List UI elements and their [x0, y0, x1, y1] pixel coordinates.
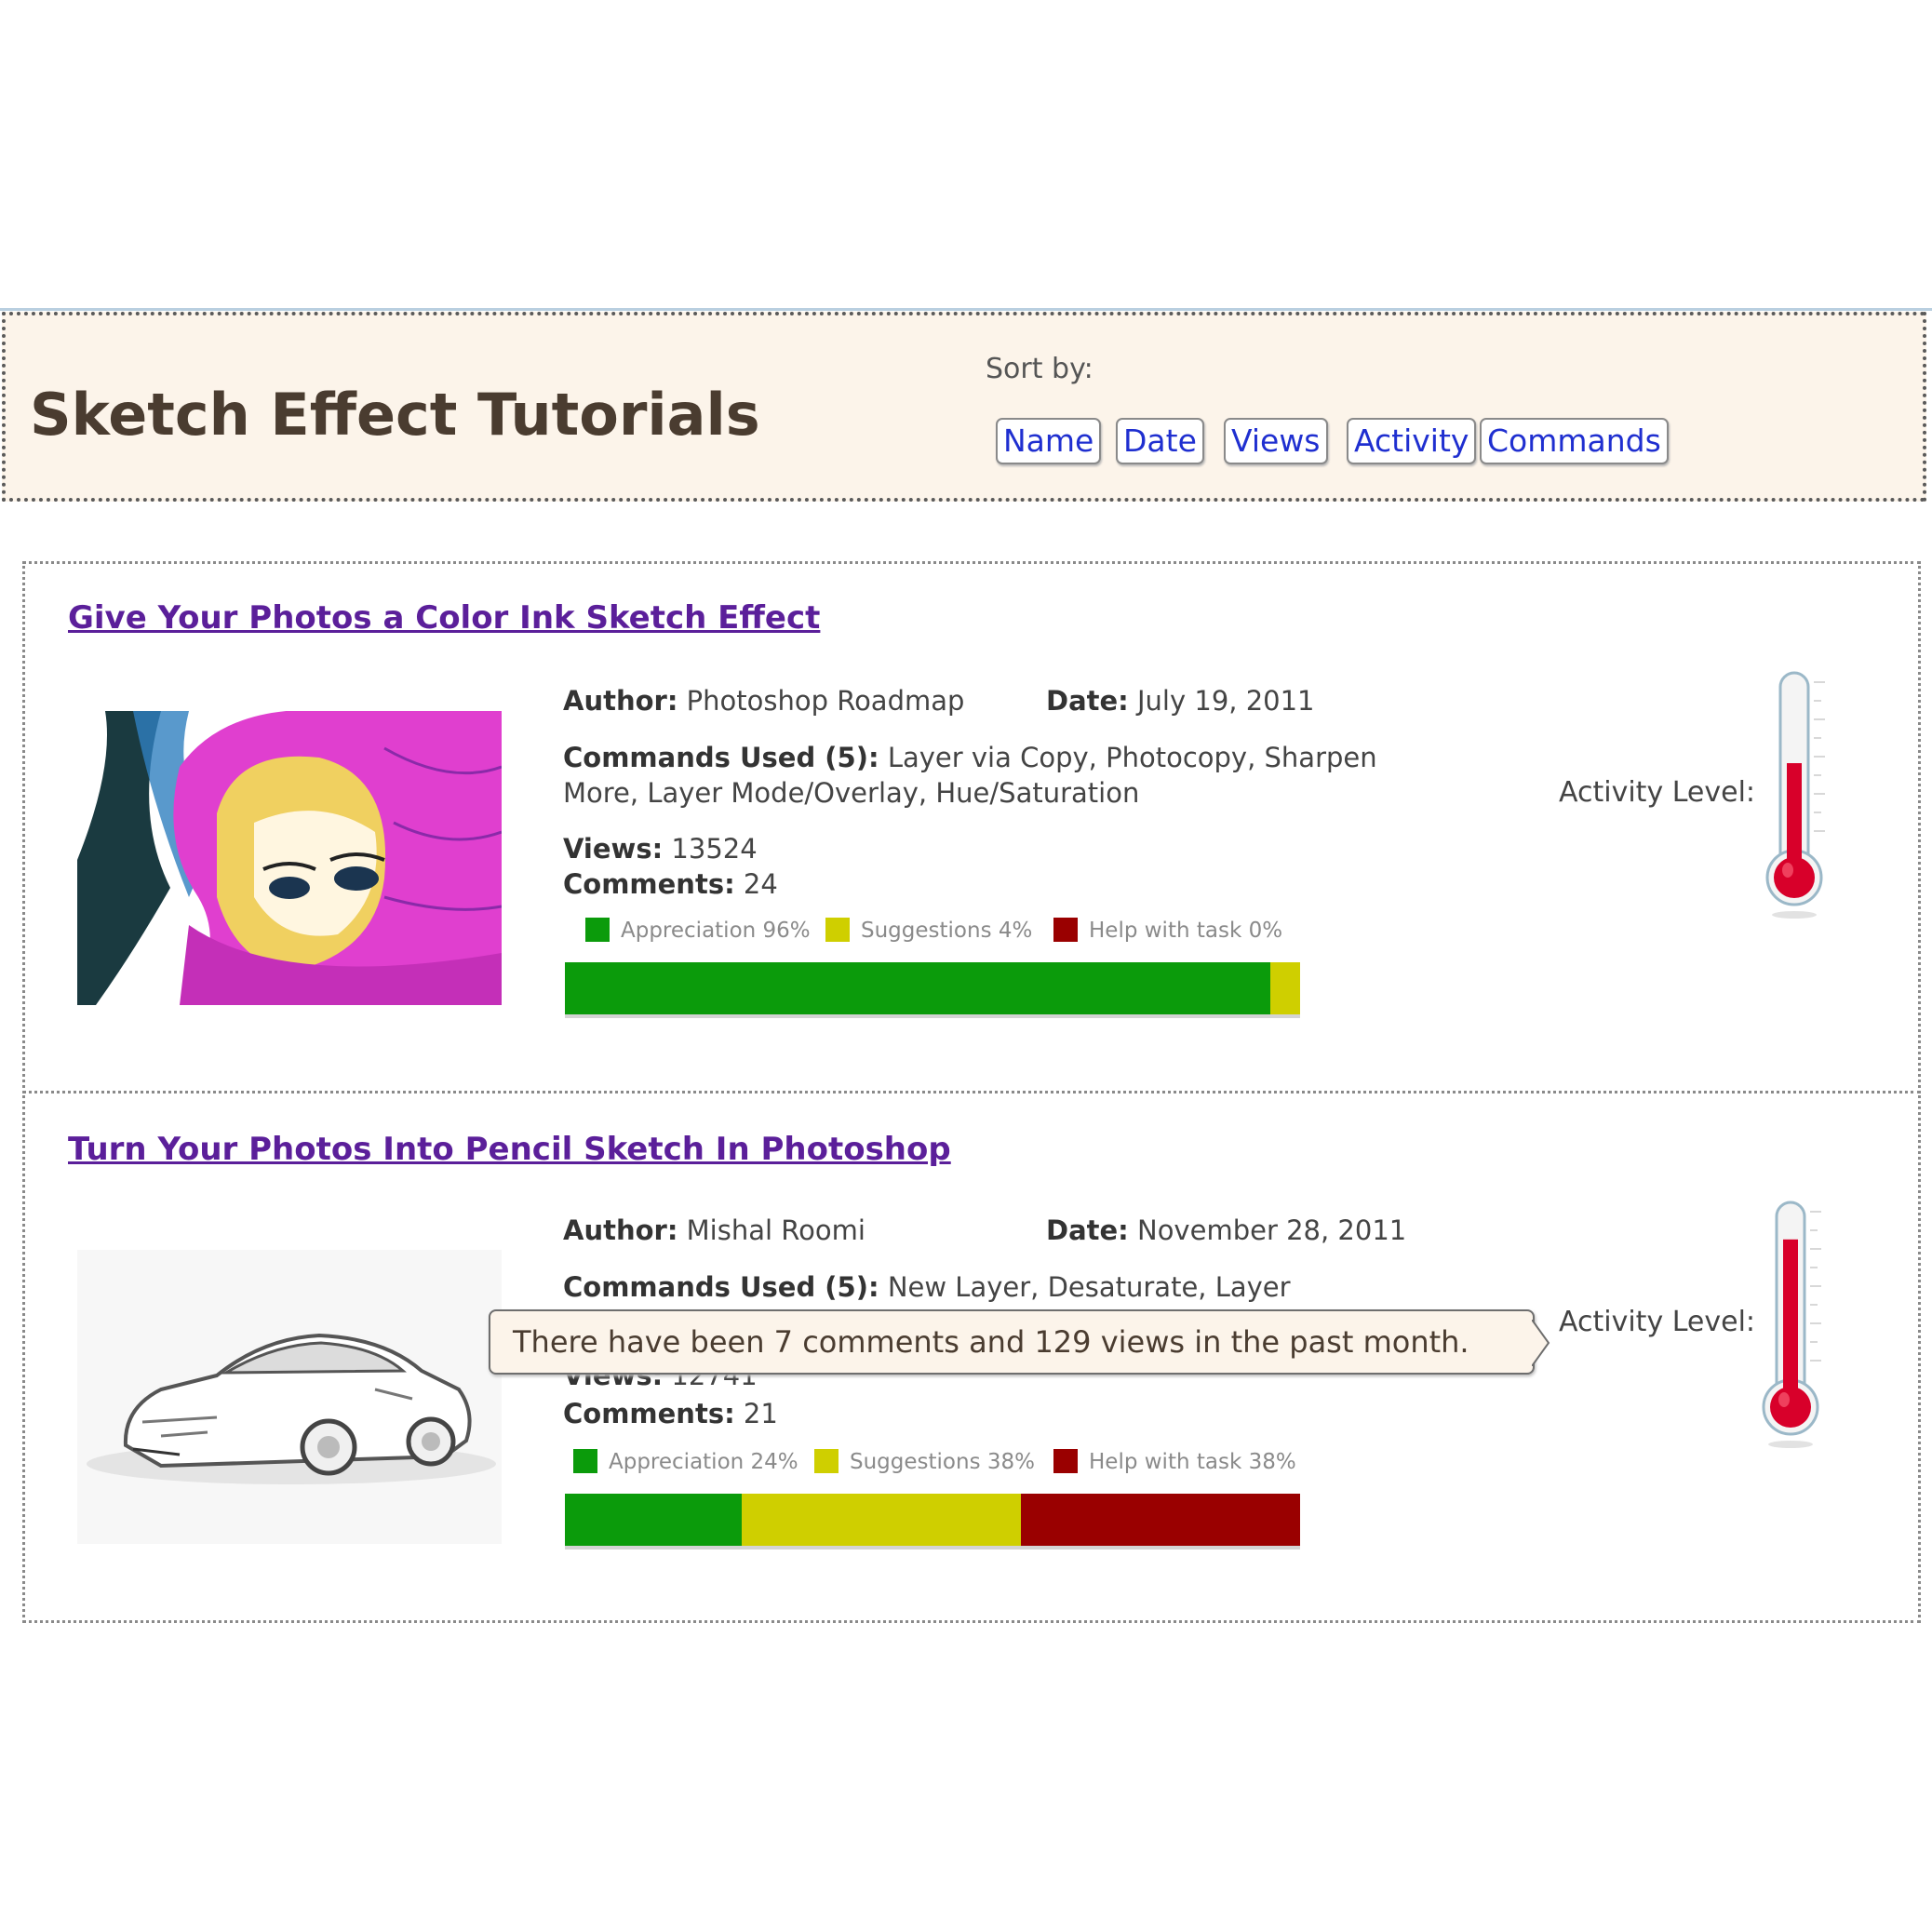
suggestions-segment: [1270, 962, 1300, 1014]
commands-value-line1: New Layer, Desaturate, Layer: [887, 1271, 1291, 1303]
sort-commands-button[interactable]: Commands: [1480, 418, 1669, 464]
tutorial-card: Give Your Photos a Color Ink Sketch Effe…: [22, 561, 1921, 1093]
page-header: Sketch Effect Tutorials Sort by: Name Da…: [2, 312, 1926, 502]
appreciation-segment: [565, 962, 1271, 1014]
sort-activity-button[interactable]: Activity: [1347, 418, 1477, 464]
commands-value-line2: More, Layer Mode/Overlay, Hue/Saturation: [563, 777, 1140, 809]
color-ink-portrait-image[interactable]: [77, 711, 502, 1005]
legend-appreciation: Appreciation 24%: [573, 1449, 798, 1474]
sort-date-button[interactable]: Date: [1116, 418, 1204, 464]
comments-field: Comments: 24: [563, 868, 778, 900]
views-value: 13524: [671, 833, 758, 865]
date-field: Date: November 28, 2011: [1046, 1214, 1407, 1246]
legend-suggestions: Suggestions 38%: [814, 1449, 1035, 1474]
commands-field: Commands Used (5): Layer via Copy, Photo…: [563, 742, 1377, 773]
suggestions-segment: [741, 1494, 1021, 1546]
help-swatch: [1053, 918, 1078, 942]
sort-views-button[interactable]: Views: [1224, 418, 1328, 464]
comments-value: 24: [743, 868, 778, 900]
commands-value-line1: Layer via Copy, Photocopy, Sharpen: [887, 742, 1377, 773]
views-field: Views: 13524: [563, 833, 758, 865]
suggestions-swatch: [814, 1449, 839, 1473]
comments-value: 21: [743, 1398, 778, 1429]
activity-tooltip: There have been 7 comments and 129 views…: [489, 1309, 1535, 1375]
date-field: Date: July 19, 2011: [1046, 685, 1315, 717]
tutorial-title-link[interactable]: Turn Your Photos Into Pencil Sketch In P…: [68, 1131, 951, 1168]
appreciation-segment: [565, 1494, 742, 1546]
page-title: Sketch Effect Tutorials: [30, 381, 760, 449]
pencil-sketch-car-image[interactable]: [77, 1250, 502, 1544]
help-swatch: [1053, 1449, 1078, 1473]
help-segment: [1020, 1494, 1300, 1546]
appreciation-swatch: [573, 1449, 597, 1473]
commands-field: Commands Used (5): New Layer, Desaturate…: [563, 1271, 1291, 1303]
author-value: Mishal Roomi: [686, 1214, 865, 1246]
appreciation-swatch: [585, 918, 610, 942]
author-field: Author: Mishal Roomi: [563, 1214, 865, 1246]
sort-name-button[interactable]: Name: [996, 418, 1102, 464]
tutorial-title-link[interactable]: Give Your Photos a Color Ink Sketch Effe…: [68, 599, 820, 637]
date-value: July 19, 2011: [1137, 685, 1315, 717]
activity-level-label: Activity Level:: [1559, 776, 1756, 809]
tooltip-arrow-icon: [1532, 1320, 1550, 1366]
thermometer-icon: [1762, 1201, 1821, 1448]
feedback-bar: [565, 1494, 1300, 1546]
author-value: Photoshop Roadmap: [686, 685, 965, 717]
activity-level-label: Activity Level:: [1559, 1306, 1756, 1338]
comments-field: Comments: 21: [563, 1398, 778, 1429]
author-field: Author: Photoshop Roadmap: [563, 685, 965, 717]
suggestions-swatch: [825, 918, 850, 942]
legend-suggestions: Suggestions 4%: [825, 918, 1032, 943]
date-value: November 28, 2011: [1137, 1214, 1407, 1246]
legend-help: Help with task 38%: [1053, 1449, 1296, 1474]
feedback-bar: [565, 962, 1300, 1014]
header-top-rule: [0, 308, 1932, 311]
sort-label: Sort by:: [986, 353, 1093, 385]
legend-appreciation: Appreciation 96%: [585, 918, 811, 943]
thermometer-icon: [1765, 671, 1825, 919]
legend-help: Help with task 0%: [1053, 918, 1282, 943]
